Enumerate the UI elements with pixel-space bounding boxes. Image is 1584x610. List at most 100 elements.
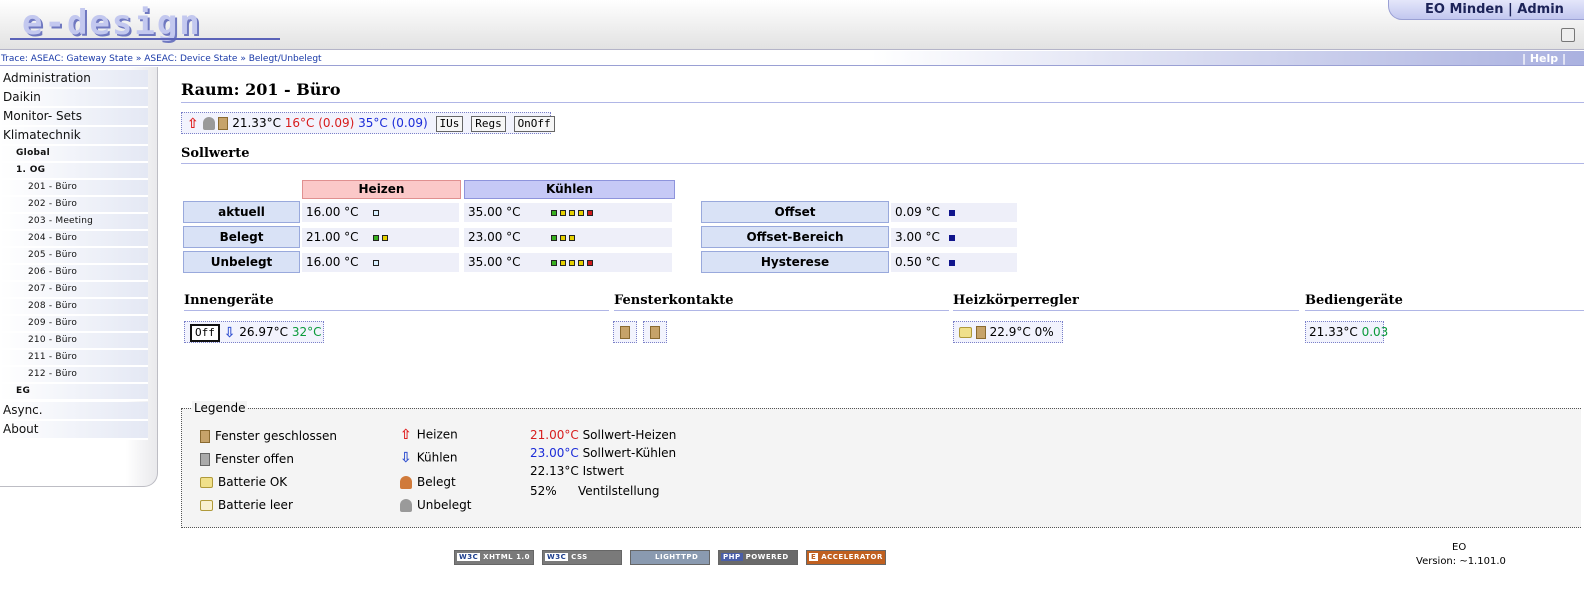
badge-text: LIGHTTPD <box>655 553 699 561</box>
badge-php[interactable]: PHP POWERED <box>718 550 798 565</box>
breadcrumb-separator: » <box>240 54 246 64</box>
breadcrumb-item[interactable]: Belegt/Unbelegt <box>249 54 322 64</box>
badge-text: POWERED <box>745 553 789 561</box>
legend-value: 21.00°C <box>530 428 579 442</box>
sidebar-item-global[interactable]: Global <box>0 146 148 163</box>
level-indicator <box>559 259 566 266</box>
badge-mark: W3C <box>457 553 481 561</box>
logo: e-design <box>22 3 202 43</box>
window-closed-icon <box>620 326 630 339</box>
badge-xhtml[interactable]: W3C XHTML 1.0 <box>454 550 534 565</box>
sidebar: Administration Daikin Monitor- Sets Klim… <box>0 67 158 487</box>
badge-eaccelerator[interactable]: E ACCELERATOR <box>806 550 886 565</box>
sidebar-item-room-206[interactable]: 206 - Büro <box>0 265 148 282</box>
indoor-unit-box: Off ⇩ 26.97°C 32°C <box>184 321 324 343</box>
unoccupied-person-icon <box>202 117 215 130</box>
level-indicator <box>577 259 584 266</box>
radiator-valve: 0% <box>1034 325 1054 339</box>
legend-label: Sollwert-Kühlen <box>582 446 677 460</box>
heizkoerperregler-divider <box>953 310 1299 311</box>
sidebar-item-room-203[interactable]: 203 - Meeting <box>0 214 148 231</box>
level-indicator <box>372 259 379 266</box>
legend-item: 52% Ventilstellung <box>530 484 659 498</box>
breadcrumb-item[interactable]: ASEAC: Device State <box>144 54 237 64</box>
print-icon[interactable] <box>1561 28 1575 42</box>
badge-lighttpd[interactable]: LIGHTTPD <box>630 550 710 565</box>
param-label-offset-bereich: Offset-Bereich <box>701 226 889 248</box>
cool-value-belegt: 23.00 °C <box>464 228 672 247</box>
legend-label: Fenster geschlossen <box>215 429 337 443</box>
sollwerte-divider <box>181 163 1584 164</box>
help-link[interactable]: | Help | <box>1522 52 1566 65</box>
fensterkontakte-title: Fensterkontakte <box>614 293 734 308</box>
param-value-text: 0.09 °C <box>895 205 940 219</box>
heat-value-aktuell: 16.00 °C <box>302 203 459 222</box>
sidebar-item-1-og[interactable]: 1. OG <box>0 163 148 180</box>
level-indicator <box>559 234 566 241</box>
sidebar-item-daikin[interactable]: Daikin <box>0 89 148 108</box>
badge-css[interactable]: W3C CSS <box>542 550 622 565</box>
legend-item: Fenster offen <box>200 452 294 466</box>
room-actual-temp: 21.33°C <box>232 116 281 130</box>
heat-value-unbelegt: 16.00 °C <box>302 253 459 272</box>
sidebar-item-klimatechnik[interactable]: Klimatechnik <box>0 127 148 146</box>
indoor-unit-off-button[interactable]: Off <box>190 323 220 342</box>
sidebar-item-async-sensors[interactable]: Async. Sensors/Actuators <box>0 402 148 434</box>
window-contact-2[interactable] <box>643 321 667 343</box>
legend-value: 22.13°C <box>530 464 579 478</box>
level-indicator <box>948 209 955 216</box>
breadcrumb-item[interactable]: ASEAC: Gateway State <box>31 54 133 64</box>
sidebar-item-room-201[interactable]: 201 - Büro <box>0 180 148 197</box>
breadcrumb-separator: » <box>135 54 142 64</box>
sidebar-item-room-211[interactable]: 211 - Büro <box>0 350 148 367</box>
badge-mark: E <box>809 553 819 561</box>
legend-label: Istwert <box>582 464 624 478</box>
sidebar-item-room-205[interactable]: 205 - Büro <box>0 248 148 265</box>
footer-name: EO <box>1452 542 1467 553</box>
control-device-box: 21.33°C 0.03 <box>1305 321 1388 343</box>
unoccupied-person-icon <box>400 499 412 512</box>
sidebar-item-room-204[interactable]: 204 - Büro <box>0 231 148 248</box>
occupied-person-icon <box>400 476 412 489</box>
sidebar-item-room-208[interactable]: 208 - Büro <box>0 299 148 316</box>
footer-version: Version: ~1.101.0 <box>1416 556 1506 567</box>
legend-label: Sollwert-Heizen <box>582 428 677 442</box>
sidebar-item-room-207[interactable]: 207 - Büro <box>0 282 148 299</box>
radiator-controller-box: 22.9°C 0% <box>953 321 1063 343</box>
cool-value-text: 35.00 °C <box>468 255 521 269</box>
battery-ok-icon <box>959 327 972 338</box>
user-tab[interactable]: EO Minden | Admin <box>1388 0 1584 20</box>
header: e-design EO Minden | Admin <box>0 0 1584 50</box>
row-label-aktuell: aktuell <box>183 201 300 223</box>
level-indicator <box>586 259 593 266</box>
legend-item: ⇩ Kühlen <box>400 450 458 466</box>
window-contact-1[interactable] <box>613 321 637 343</box>
onoff-button[interactable]: OnOff <box>513 115 555 132</box>
sidebar-item-room-210[interactable]: 210 - Büro <box>0 333 148 350</box>
param-value-hysterese: 0.50 °C <box>891 253 1017 272</box>
sidebar-item-room-209[interactable]: 209 - Büro <box>0 316 148 333</box>
sidebar-item-room-202[interactable]: 202 - Büro <box>0 197 148 214</box>
sidebar-item-monitor-sets[interactable]: Monitor- Sets <box>0 108 148 127</box>
legend-label: Batterie leer <box>218 498 293 512</box>
sidebar-item-about[interactable]: About <box>0 421 148 440</box>
regs-button[interactable]: Regs <box>471 115 506 132</box>
param-value-text: 3.00 °C <box>895 230 940 244</box>
level-indicator <box>568 209 575 216</box>
innengeraete-divider <box>184 310 609 311</box>
window-closed-icon <box>650 326 660 339</box>
sidebar-item-eg[interactable]: EG <box>0 384 148 401</box>
control-device-temp: 21.33°C <box>1309 325 1358 339</box>
sidebar-item-room-212[interactable]: 212 - Büro <box>0 367 148 384</box>
heating-arrow-icon: ⇧ <box>187 115 199 132</box>
room-heat-setpoint: 16°C (0.09) <box>284 116 355 130</box>
level-indicator <box>550 259 557 266</box>
badge-text: XHTML 1.0 <box>483 553 530 561</box>
sidebar-item-administration[interactable]: Administration <box>0 70 148 89</box>
legend: Legende Fenster geschlossen Fenster offe… <box>181 401 1581 528</box>
ius-button[interactable]: IUs <box>435 115 464 132</box>
legend-value: 52% <box>530 484 557 498</box>
legend-label: Kühlen <box>416 450 458 465</box>
cool-value-aktuell: 35.00 °C <box>464 203 672 222</box>
heat-value-belegt: 21.00 °C <box>302 228 459 247</box>
